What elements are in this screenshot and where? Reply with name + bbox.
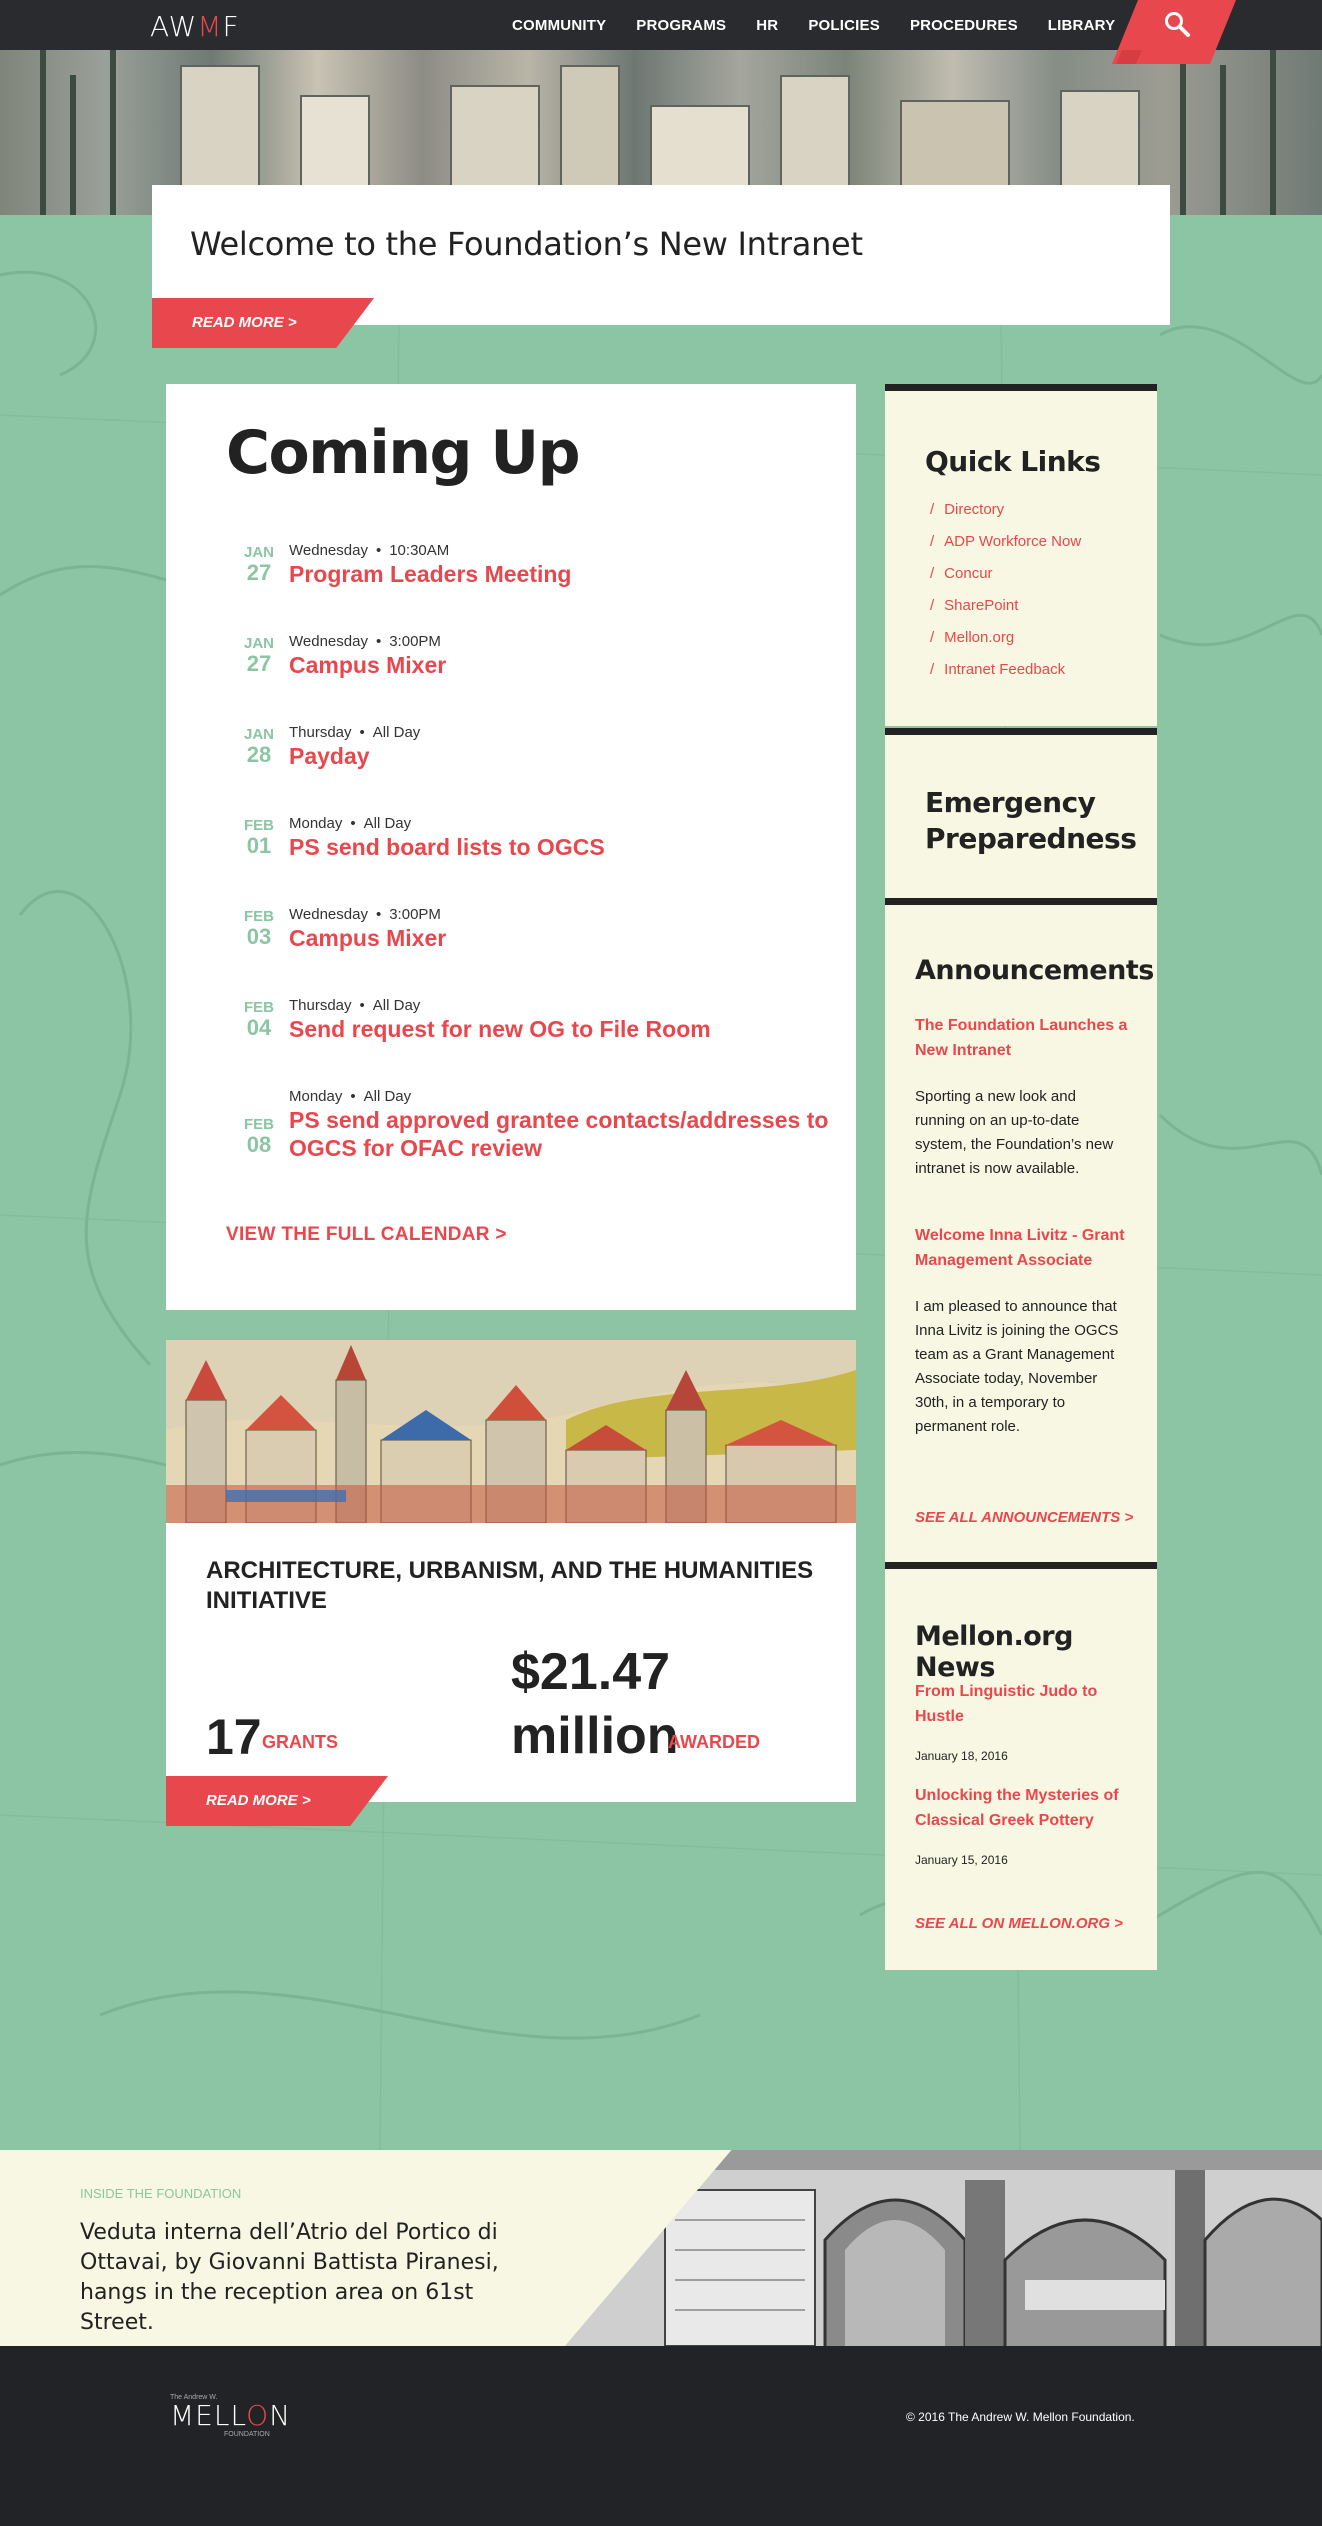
event-meta: Wednesday • 3:00PM (289, 633, 441, 650)
event-item[interactable]: JAN 28 Thursday • All Day Payday (241, 722, 841, 782)
event-month: FEB (244, 1116, 274, 1133)
awmf-logo[interactable]: AWMF (150, 10, 240, 43)
event-month: JAN (243, 635, 274, 652)
announcement-body: Sporting a new look and running on an up… (915, 1088, 1114, 1177)
welcome-read-more-button[interactable]: READ MORE > (152, 298, 374, 348)
event-day: 27 (246, 651, 272, 676)
footer: The Andrew W. MELLON FOUNDATION © 2016 T… (0, 2346, 1322, 2526)
quick-link-mellon-org[interactable]: / Mellon.org (930, 629, 1081, 661)
announcements-panel: Announcements The Foundation Launches a … (885, 898, 1157, 1564)
event-month: JAN (243, 726, 274, 743)
announcement-link[interactable]: The Foundation Launches a New Intranet (915, 1013, 1130, 1063)
news-link[interactable]: From Linguistic Judo to Hustle (915, 1679, 1130, 1729)
grants-count: 17 (206, 1709, 262, 1765)
main-menu: COMMUNITY PROGRAMS HR POLICIES PROCEDURE… (512, 0, 1145, 50)
nav-library[interactable]: LIBRARY (1048, 17, 1116, 34)
event-day: 04 (246, 1015, 272, 1040)
event-item[interactable]: FEB 04 Thursday • All Day Send request for… (241, 995, 841, 1055)
event-month: FEB (244, 817, 274, 834)
inside-label: INSIDE THE FOUNDATION (80, 2186, 242, 2201)
event-title[interactable]: Payday (289, 742, 849, 770)
event-month: FEB (244, 908, 274, 925)
mellon-news-panel: Mellon.org News From Linguistic Judo to … (885, 1562, 1157, 1970)
event-day: 08 (246, 1132, 272, 1157)
quick-link-sharepoint[interactable]: / SharePoint (930, 597, 1081, 629)
awarded-amount-unit: million (511, 1707, 679, 1765)
event-item[interactable]: FEB 03 Wednesday • 3:00PM Campus Mixer (241, 904, 841, 964)
mellon-foundation-logo[interactable]: The Andrew W. MELLON FOUNDATION (170, 2394, 291, 2438)
welcome-title: Welcome to the Foundation’s New Intranet (190, 225, 863, 263)
event-day: 01 (246, 833, 272, 858)
event-title[interactable]: Campus Mixer (289, 651, 849, 679)
news-link[interactable]: Unlocking the Mysteries of Classical Gre… (915, 1783, 1130, 1833)
news-date: January 15, 2016 (915, 1853, 1008, 1867)
quick-links-panel: Quick Links / Directory / ADP Workforce No… (885, 384, 1157, 726)
news-date: January 18, 2016 (915, 1749, 1008, 1763)
initiative-title: ARCHITECTURE, URBANISM, AND THE HUMANITI… (206, 1557, 814, 1614)
event-meta: Monday • All Day (289, 1088, 412, 1105)
grants-label: GRANTS (262, 1732, 338, 1752)
event-day: 03 (246, 924, 272, 949)
view-full-calendar-link[interactable]: VIEW THE FULL CALENDAR > (226, 1224, 507, 1246)
event-month: FEB (244, 999, 274, 1016)
inside-foundation-strip: INSIDE THE FOUNDATION Veduta interna del… (0, 2150, 1322, 2346)
initiative-image (166, 1340, 856, 1523)
event-title[interactable]: PS send board lists to OGCS (289, 833, 849, 861)
coming-up-heading: Coming Up (226, 418, 581, 488)
event-title[interactable]: Program Leaders Meeting (289, 560, 849, 588)
piranesi-engraving-image (565, 2150, 1322, 2346)
copyright-text: © 2016 The Andrew W. Mellon Foundation. (906, 2410, 1135, 2424)
nav-programs[interactable]: PROGRAMS (636, 17, 726, 34)
emergency-preparedness-panel[interactable]: Emergency Preparedness (885, 728, 1157, 900)
event-meta: Wednesday • 3:00PM (289, 906, 441, 923)
event-meta: Thursday • All Day (289, 724, 421, 741)
event-meta: Monday • All Day (289, 815, 412, 832)
coming-up-card: Coming Up JAN 27 Wednesday • 10:30AM Progr… (166, 384, 856, 1310)
announcement-link[interactable]: Welcome Inna Livitz - Grant Management A… (915, 1223, 1130, 1273)
see-all-mellon-org-link[interactable]: SEE ALL ON MELLON.ORG > (915, 1915, 1123, 1932)
event-item[interactable]: JAN 27 Wednesday • 3:00PM Campus Mixer (241, 631, 841, 691)
emergency-heading[interactable]: Emergency Preparedness (925, 785, 1137, 857)
awarded-amount: $21.47 (511, 1643, 671, 1701)
see-all-announcements-link[interactable]: SEE ALL ANNOUNCEMENTS > (915, 1509, 1133, 1526)
news-heading: Mellon.org News (915, 1621, 1073, 1683)
event-meta: Thursday • All Day (289, 997, 421, 1014)
event-meta: Wednesday • 10:30AM (289, 542, 450, 559)
event-day: 28 (246, 742, 272, 767)
event-title[interactable]: PS send approved grantee contacts/addres… (289, 1106, 849, 1162)
inside-description: Veduta interna dell’Atrio del Portico di… (80, 2220, 499, 2335)
search-icon[interactable] (1163, 10, 1191, 38)
event-item[interactable]: JAN 27 Wednesday • 10:30AM Program Leaders… (241, 540, 841, 600)
quick-link-feedback[interactable]: / Intranet Feedback (930, 661, 1081, 693)
announcements-heading: Announcements (915, 955, 1154, 986)
event-item[interactable]: FEB 01 Monday • All Day PS send board list… (241, 813, 841, 873)
quick-link-concur[interactable]: / Concur (930, 565, 1081, 597)
event-day: 27 (246, 560, 272, 585)
announcement-body: I am pleased to announce that Inna Livit… (915, 1298, 1119, 1435)
nav-procedures[interactable]: PROCEDURES (910, 17, 1018, 34)
quick-links-list: / Directory / ADP Workforce Now / Concur / S… (930, 501, 1081, 693)
event-month: JAN (243, 544, 274, 561)
nav-hr[interactable]: HR (756, 17, 778, 34)
quick-links-heading: Quick Links (925, 445, 1101, 478)
awarded-label: AWARDED (668, 1732, 761, 1752)
initiative-card: ARCHITECTURE, URBANISM, AND THE HUMANITI… (166, 1340, 856, 1802)
nav-community[interactable]: COMMUNITY (512, 17, 606, 34)
event-title[interactable]: Send request for new OG to File Room (289, 1015, 849, 1043)
event-item[interactable]: FEB 08 Monday • All Day PS send approved g… (241, 1086, 841, 1176)
nav-policies[interactable]: POLICIES (808, 17, 880, 34)
quick-link-adp[interactable]: / ADP Workforce Now (930, 533, 1081, 565)
event-title[interactable]: Campus Mixer (289, 924, 849, 952)
initiative-read-more-button[interactable]: READ MORE > (166, 1776, 388, 1826)
quick-link-directory[interactable]: / Directory (930, 501, 1081, 533)
